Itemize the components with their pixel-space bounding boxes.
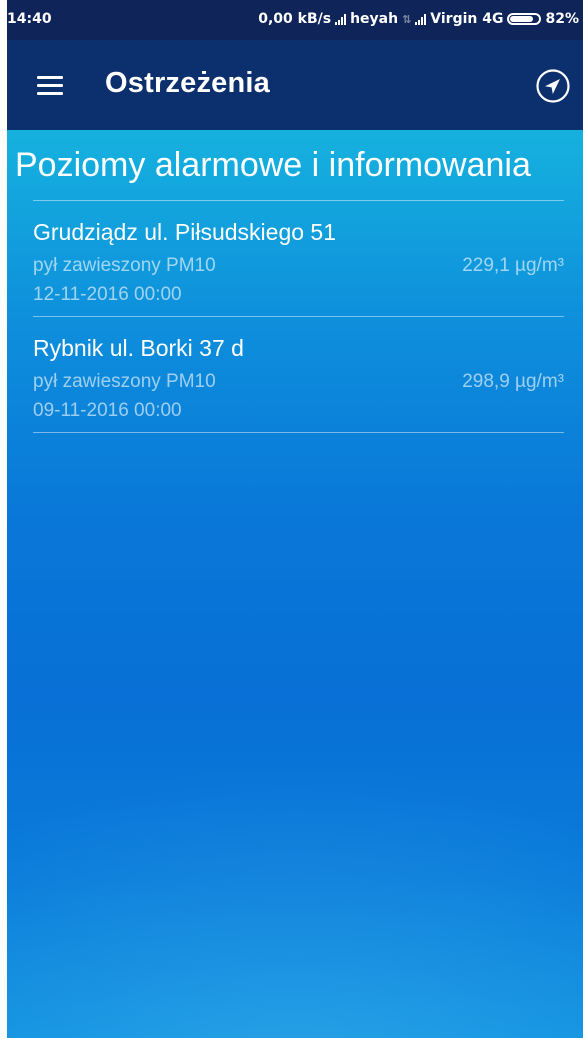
app-screen: 14:40 0,00 kB/s heyah ⇅ Virgin 4G 82% Os… [7, 0, 583, 1038]
alert-value: 229,1 µg/m³ [462, 255, 564, 276]
alert-pollutant: pył zawieszony PM10 [33, 371, 216, 392]
hamburger-menu-icon[interactable] [27, 65, 67, 105]
signal-strength-icon [335, 13, 347, 25]
page-title: Ostrzeżenia [105, 67, 270, 99]
battery-percent: 82% [545, 11, 579, 27]
alert-value: 298,9 µg/m³ [462, 371, 564, 392]
alert-date: 12-11-2016 00:00 [33, 284, 182, 305]
status-time: 14:40 [7, 11, 52, 27]
battery-level-fill [510, 16, 534, 22]
alert-station-name: Grudziądz ul. Piłsudskiego 51 [33, 219, 336, 245]
alert-station-name: Rybnik ul. Borki 37 d [33, 335, 244, 361]
alert-date: 09-11-2016 00:00 [33, 400, 182, 421]
alert-list-item[interactable]: Grudziądz ul. Piłsudskiego 51 pył zawies… [33, 201, 564, 316]
alert-pollutant: pył zawieszony PM10 [33, 255, 216, 276]
signal-strength-icon [415, 13, 427, 25]
battery-icon [507, 13, 542, 25]
carrier-2: Virgin 4G [430, 11, 504, 27]
network-speed: 0,00 kB/s [258, 11, 332, 27]
data-activity-icon: ⇅ [402, 12, 412, 26]
navigation-arrow-icon[interactable] [535, 68, 571, 104]
carrier-1: heyah [350, 11, 399, 27]
divider [33, 432, 564, 433]
section-title: Poziomy alarmowe i informowania [15, 146, 531, 184]
status-indicators: 0,00 kB/s heyah ⇅ Virgin 4G 82% [254, 11, 579, 27]
toolbar: Ostrzeżenia [7, 40, 583, 130]
alert-list-item[interactable]: Rybnik ul. Borki 37 d pył zawieszony PM1… [33, 317, 564, 432]
status-bar: 14:40 0,00 kB/s heyah ⇅ Virgin 4G 82% [7, 0, 583, 40]
